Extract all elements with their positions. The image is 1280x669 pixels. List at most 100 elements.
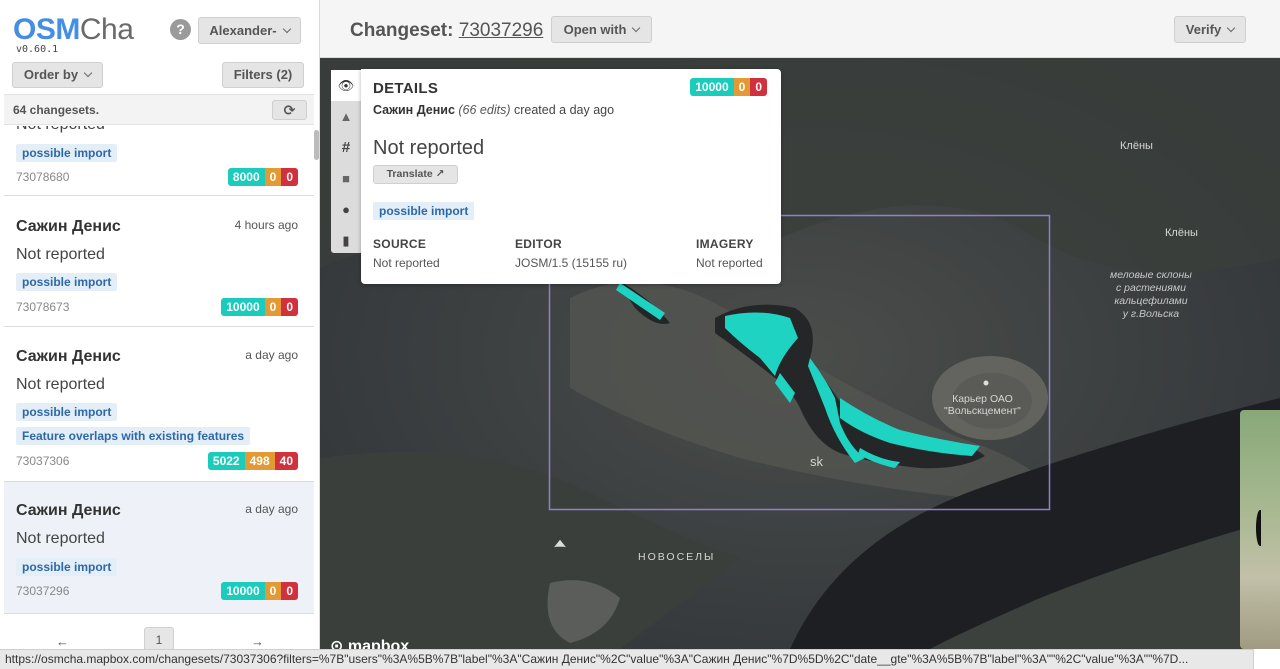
details-user-name[interactable]: Сажин Денис: [373, 103, 455, 117]
changeset-id: 73037306: [16, 454, 70, 468]
changeset-count: 64 changesets.: [13, 103, 100, 117]
translate-button[interactable]: Translate ↗: [373, 165, 458, 184]
changeset-list[interactable]: Not reported possible import 73078680 80…: [4, 126, 314, 614]
count-created: 10000: [221, 298, 265, 316]
changeset-id: 73078673: [16, 300, 70, 314]
changeset-counts: 10000 0 0: [221, 298, 298, 316]
details-counts: 10000 0 0: [690, 78, 767, 96]
count-deleted: 0: [281, 298, 298, 316]
changeset-counts: 8000 0 0: [227, 168, 298, 186]
changeset-tag: possible import: [16, 403, 118, 421]
help-icon[interactable]: ?: [170, 19, 191, 40]
changeset-status: Not reported: [16, 246, 105, 263]
refresh-icon[interactable]: ⟳: [272, 100, 307, 120]
details-panel: DETAILS 10000 0 0 Сажин Денис (66 edits) c…: [361, 69, 781, 284]
count-created: 5022: [207, 452, 245, 470]
user-icon[interactable]: ●: [331, 194, 361, 225]
map-icon[interactable]: ▮: [331, 225, 361, 256]
verify-label: Verify: [1185, 22, 1222, 37]
count-deleted: 40: [274, 452, 298, 470]
map-label-city: sk: [810, 454, 823, 469]
changeset-count-bar: 64 changesets. ⟳: [4, 94, 314, 125]
details-status: Not reported: [373, 137, 485, 159]
brand-part-cha: Cha: [79, 13, 134, 46]
count-modified: 0: [264, 582, 282, 600]
count-modified: 498: [244, 452, 275, 470]
changeset-user: Сажин Денис: [16, 502, 121, 519]
changeset-id: 73078680: [16, 170, 70, 184]
map-label-novosely: НОВОСЕЛЫ: [638, 551, 716, 563]
changeset-time: a day ago: [245, 348, 298, 362]
chevron-down-icon: [1226, 23, 1236, 33]
changeset-list-item[interactable]: Сажин Денис 4 hours ago Not reported pos…: [4, 196, 314, 327]
eye-icon[interactable]: 👁: [331, 70, 361, 101]
filters-button[interactable]: Filters (2): [222, 62, 304, 88]
count-deleted: 0: [281, 168, 298, 186]
sidebar: OSMCha v0.60.1 ? Alexander- Order by Fil…: [0, 0, 320, 669]
changeset-list-item[interactable]: Сажин Денис a day ago Not reported possi…: [4, 327, 314, 482]
order-by-button[interactable]: Order by: [12, 62, 103, 88]
verify-button[interactable]: Verify: [1174, 16, 1246, 43]
details-tag: possible import: [373, 202, 475, 220]
changeset-list-item[interactable]: Not reported possible import 73078680 80…: [4, 126, 314, 196]
chevron-down-icon: [83, 68, 93, 78]
external-link-icon: ↗: [435, 168, 445, 180]
prev-page-icon[interactable]: ←: [56, 634, 69, 649]
order-by-label: Order by: [23, 67, 79, 82]
imagery-value: Not reported: [696, 256, 763, 270]
open-with-button[interactable]: Open with: [551, 16, 652, 43]
browser-status-bar: https://osmcha.mapbox.com/changesets/730…: [0, 649, 1254, 669]
details-title: DETAILS: [373, 80, 439, 97]
changeset-user: Сажин Денис: [16, 218, 121, 235]
chevron-down-icon: [282, 24, 291, 34]
translate-label: Translate: [386, 168, 433, 180]
details-user-line: Сажин Денис (66 edits) created a day ago: [373, 103, 614, 117]
list-scrollbar[interactable]: [314, 130, 319, 160]
map-label-klyony: Клёны: [1120, 140, 1153, 152]
next-page-icon[interactable]: →: [251, 634, 264, 649]
count-created: 8000: [227, 168, 265, 186]
count-created: 10000: [221, 582, 265, 600]
changeset-status: Not reported: [16, 530, 105, 547]
changeset-counts: 5022 498 40: [207, 452, 298, 470]
imagery-thumbnail[interactable]: [1240, 410, 1280, 649]
changeset-heading-label: Changeset:: [350, 20, 454, 41]
mapbox-logo: ⊙ mapbox: [330, 636, 409, 649]
changeset-counts: 10000 0 0: [221, 582, 298, 600]
count-deleted: 0: [281, 582, 298, 600]
changeset-tag: possible import: [16, 558, 118, 576]
changeset-list-item-selected[interactable]: Сажин Денис a day ago Not reported possi…: [4, 482, 314, 614]
details-created: created a day ago: [513, 103, 615, 117]
imagery-heading: IMAGERY: [696, 237, 754, 251]
details-toolbar: 👁 ▲ # ■ ● ▮: [331, 70, 361, 253]
editor-heading: EDITOR: [515, 237, 562, 251]
user-menu-button[interactable]: Alexander-: [198, 17, 301, 44]
changeset-time: a day ago: [245, 502, 298, 516]
count-created: 10000: [690, 78, 734, 96]
changeset-status: Not reported: [16, 126, 105, 134]
map-label-chalk-slopes: меловые склоны с растениями кальцефилами…: [1110, 269, 1192, 320]
changeset-tag: possible import: [16, 144, 118, 162]
brand-part-osm: OSM: [13, 13, 80, 46]
thumbnail-mark: [1256, 510, 1264, 546]
open-with-label: Open with: [563, 22, 627, 37]
count-modified: 0: [733, 78, 751, 96]
source-heading: SOURCE: [373, 237, 427, 251]
changeset-tag: possible import: [16, 273, 118, 291]
changeset-status: Not reported: [16, 376, 105, 393]
changeset-tag: Feature overlaps with existing features: [16, 427, 251, 445]
map-label-klyony: Клёны: [1165, 227, 1198, 239]
brand-logo[interactable]: OSMCha: [13, 13, 134, 46]
changeset-id-link[interactable]: 73037296: [459, 20, 544, 41]
pagination: ← 1 →: [4, 614, 314, 654]
mapbox-attribution: mapbox: [347, 638, 410, 649]
count-modified: 0: [264, 298, 282, 316]
warning-icon[interactable]: ▲: [331, 101, 361, 132]
source-value: Not reported: [373, 256, 440, 270]
comment-icon[interactable]: ■: [331, 163, 361, 194]
hash-icon[interactable]: #: [331, 132, 361, 163]
changeset-id: 73037296: [16, 584, 70, 598]
map-label-quarry: Карьер ОАО "Вольскцемент": [944, 393, 1021, 417]
chevron-down-icon: [632, 23, 641, 33]
changeset-time: 4 hours ago: [234, 218, 298, 232]
